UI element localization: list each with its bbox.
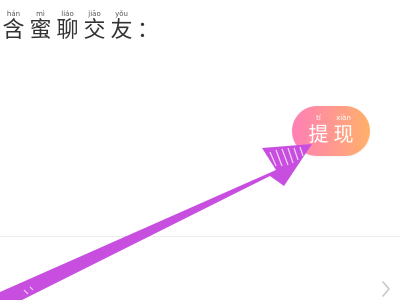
heading-char: yǒu 友 xyxy=(108,10,135,44)
chevron-right-icon[interactable] xyxy=(380,279,392,299)
withdraw-pinyin: tí xyxy=(316,114,321,122)
withdraw-hanzi: 现 xyxy=(333,122,354,146)
heading-pinyin: yǒu xyxy=(115,10,128,18)
heading-hanzi: 蜜 xyxy=(29,18,52,43)
page-heading: hán 含 mì 蜜 liáo 聊 jiāo 交 yǒu 友 ： xyxy=(0,10,159,44)
heading-colon: ： xyxy=(137,18,160,43)
withdraw-button[interactable]: tí 提 xiàn 现 xyxy=(292,106,370,156)
heading-char: hán 含 xyxy=(0,10,27,44)
divider xyxy=(0,236,400,237)
heading-char: jiāo 交 xyxy=(81,10,108,44)
heading-pinyin: liáo xyxy=(61,10,74,18)
heading-hanzi: 聊 xyxy=(56,18,79,43)
withdraw-button-label: tí 提 xiàn 现 xyxy=(306,114,356,146)
withdraw-hanzi: 提 xyxy=(308,122,329,146)
withdraw-char: xiàn 现 xyxy=(331,114,356,146)
heading-pinyin: hán xyxy=(6,10,21,18)
heading-pinyin: mì xyxy=(36,10,45,18)
heading-char: liáo 聊 xyxy=(54,10,81,44)
heading-pinyin: jiāo xyxy=(88,10,101,18)
heading-char: mì 蜜 xyxy=(27,10,54,44)
heading-hanzi: 交 xyxy=(83,18,106,43)
withdraw-pinyin: xiàn xyxy=(336,114,351,122)
heading-hanzi: 含 xyxy=(2,18,25,43)
withdraw-char: tí 提 xyxy=(306,114,331,146)
heading-hanzi: 友 xyxy=(110,18,133,43)
